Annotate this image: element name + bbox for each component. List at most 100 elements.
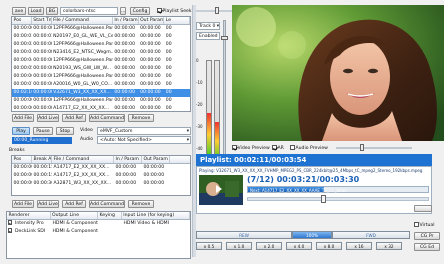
background-file-field[interactable]: colorbars-ntsc [60, 7, 118, 15]
cell-start: 00:00:00 [33, 74, 51, 79]
play-button[interactable]: Play [12, 127, 30, 135]
playlist-add-ref-button[interactable]: Add Ref [62, 114, 86, 122]
config-button[interactable]: Config [130, 7, 150, 15]
col-file[interactable]: File / Command [52, 156, 114, 163]
checkbox-icon[interactable] [414, 222, 419, 227]
seek-track[interactable] [247, 197, 429, 201]
col-renderer[interactable]: Renderer [7, 212, 51, 219]
list-item[interactable]: Intensity Pro HDMI & Component HDMI Video … [7, 220, 190, 228]
col-in[interactable]: In / Param [114, 156, 142, 163]
bg-button[interactable]: BG [46, 7, 58, 15]
volume-slider-thumb[interactable] [221, 36, 228, 40]
col-break-at[interactable]: Break At [32, 156, 52, 163]
playlist-add-live-button[interactable]: Add Live [37, 114, 59, 122]
break-add-ref-button[interactable]: Add Ref [62, 200, 86, 208]
table-row[interactable]: 00:00:0500:00:00N20193_WS_GW_LW_W...00:0… [12, 65, 190, 73]
speed-x32-button[interactable]: x 32 [376, 242, 402, 250]
top-position-thumb[interactable] [215, 7, 219, 14]
break-add-file-button[interactable]: Add File [12, 200, 34, 208]
col-pos[interactable]: Pos [12, 156, 32, 163]
options-button[interactable] [414, 205, 432, 212]
table-row[interactable]: 00:00:0000:00:30A32871_W3_XX_XX_XX...00:… [12, 180, 190, 188]
app-window: ave Load BG colorbars-ntsc ... Config Pl… [0, 0, 444, 264]
table-row[interactable]: 00:00:0600:00:0012PFP666@Halloween.Par..… [12, 73, 190, 81]
cell-at: 00:00:15 [33, 165, 53, 170]
playlist-remove-button[interactable]: Remove [128, 114, 154, 122]
col-keying[interactable]: Keying [98, 212, 122, 219]
breaks-header: Pos Break At File / Command In / Param O… [12, 156, 190, 164]
speed-x10-button[interactable]: x 1.0 [226, 242, 252, 250]
browse-button[interactable]: ... [120, 7, 126, 15]
rew-button[interactable]: REW [196, 231, 292, 239]
virtual-option[interactable]: Virtual [414, 222, 435, 228]
table-row[interactable]: 00:02:1000:00:00V32671_W3_XX_XX_XX...00:… [12, 89, 190, 97]
table-row[interactable]: 00:00:0400:00:0012PFP666@Halloween.Par..… [12, 57, 190, 65]
playlist-add-command-button[interactable]: Add Command [89, 114, 125, 122]
panel-splitter[interactable] [192, 5, 196, 257]
audio-format-select[interactable]: <Auto: Not Specified> ▾ [97, 136, 191, 144]
playlist-counter: (7/12) 00:03:21/00:03:30 [247, 175, 360, 184]
speed-x05-button[interactable]: x 0.5 [196, 242, 222, 250]
checkbox-icon[interactable] [290, 145, 295, 150]
col-in[interactable]: In / Param [113, 17, 139, 24]
checkbox-icon[interactable] [232, 145, 237, 150]
cg-preview-button[interactable]: CG Pr [414, 232, 440, 240]
stop-button[interactable]: Stop [56, 127, 74, 135]
video-preview-option[interactable]: Video Preview [232, 145, 270, 151]
table-row[interactable]: 00:00:0300:00:00N23416_E2_NTSC_Wegm...00… [12, 49, 190, 57]
breaks-table[interactable]: Pos Break At File / Command In / Param O… [11, 155, 191, 196]
playlist-table[interactable]: Pos Start Tm File / Command In / Param O… [11, 16, 191, 112]
audio-preview-option[interactable]: Audio Preview [290, 145, 328, 151]
col-pos[interactable]: Pos [12, 17, 32, 24]
cg-editor-button[interactable]: CG Ed [414, 243, 440, 251]
playlist-add-file-button[interactable]: Add File [12, 114, 34, 122]
audio-preview-thumb[interactable] [360, 144, 364, 151]
table-row[interactable]: 00:00:0200:00:0012PFP666@Halloween.Par..… [12, 41, 190, 49]
fwd-button[interactable]: FWD [332, 231, 410, 239]
cell-pos: 00:02:10 [13, 90, 32, 95]
table-row[interactable]: 00:00:0100:00:01N20197_E0_GL_WE_VL_Ce...… [12, 33, 190, 41]
play-thumbnail-icon[interactable] [216, 185, 222, 193]
audio-track-select[interactable]: Track 0 ▾ [196, 22, 220, 30]
break-add-command-button[interactable]: Add Command [89, 200, 125, 208]
table-row[interactable]: 00:00:0000:00:15A14717_E2_XX_XX_XX...00:… [12, 164, 190, 172]
load-button[interactable]: Load [28, 7, 44, 15]
save-button[interactable]: ave [12, 7, 26, 15]
speed-x80-button[interactable]: x 8.0 [316, 242, 342, 250]
ar-option[interactable]: AR [272, 145, 284, 151]
col-out[interactable]: Out Param [142, 156, 170, 163]
playlist-seek-label: Playlist Seek [162, 8, 192, 14]
break-add-live-button[interactable]: Add Live [37, 200, 59, 208]
cell-in: 00:00:00 [114, 74, 135, 79]
checkbox-icon[interactable] [157, 8, 162, 13]
table-row[interactable]: 00:00:0000:00:0012PFP666@Halloween.Par..… [12, 97, 190, 105]
col-input[interactable]: Input Line (for keying) [122, 212, 190, 219]
table-row[interactable]: 00:00:0700:00:00A20016_W0_GL_W0_CO...00:… [12, 81, 190, 89]
table-row[interactable]: 00:00:0000:00:15A14717_E2_XX_XX_XX...00:… [12, 172, 190, 180]
checkbox-icon[interactable] [272, 145, 277, 150]
table-row[interactable]: 00:00:0000:00:00A14717_E2_XX_XX_XX...00:… [12, 105, 190, 111]
pause-button[interactable]: Pause [33, 127, 53, 135]
col-start[interactable]: Start Tm [32, 17, 52, 24]
speed-x40-button[interactable]: x 4.0 [286, 242, 312, 250]
renderers-table[interactable]: Renderer Output Line Keying Input Line (… [6, 211, 191, 259]
video-preview[interactable] [232, 5, 444, 141]
col-output[interactable]: Output Line [51, 212, 99, 219]
col-file[interactable]: File / Command [52, 17, 113, 24]
audio-preview-volume[interactable] [336, 147, 412, 149]
speed-percent[interactable]: 100% [292, 231, 332, 239]
cell-pos: 00:00:00 [13, 98, 32, 103]
playlist-seek-option[interactable]: Playlist Seek [157, 8, 192, 14]
checkbox-icon[interactable] [8, 228, 13, 233]
audio-state-select[interactable]: Enabled▾ [196, 32, 220, 40]
break-remove-button[interactable]: Remove [128, 200, 154, 208]
speed-x20-button[interactable]: x 2.0 [256, 242, 282, 250]
speed-x16-button[interactable]: x 16 [346, 242, 372, 250]
table-row[interactable]: 00:00:0000:00:0012PFP666@Halloween.Par..… [12, 25, 190, 33]
list-item[interactable]: DeckLink SDI HDMI & Component [7, 228, 190, 236]
checkbox-icon[interactable] [8, 220, 13, 225]
col-len[interactable]: Le [164, 17, 190, 24]
video-format-select[interactable]: eMVF_Custom ▾ [97, 127, 191, 135]
col-out[interactable]: Out Param [139, 17, 165, 24]
seek-thumb[interactable] [321, 195, 326, 203]
